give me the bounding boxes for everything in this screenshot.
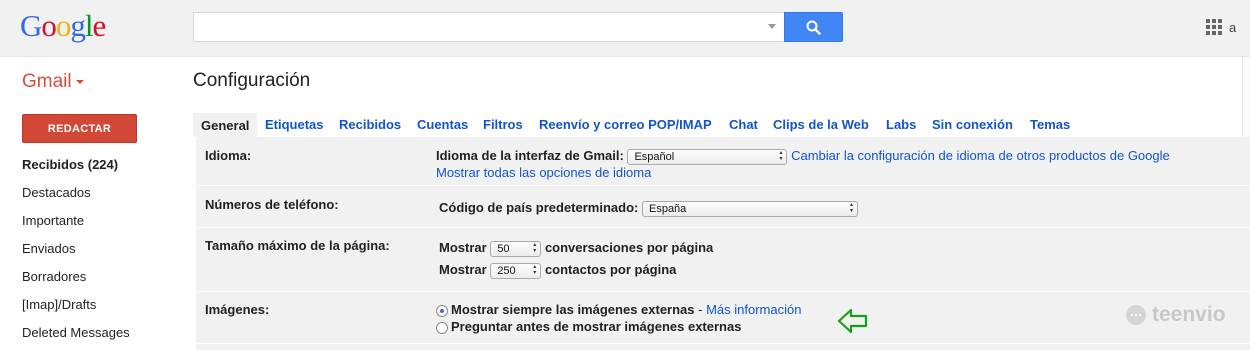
setting-row-page-size: Tamaño máximo de la página: Mostrar 50 c… [196,228,1250,292]
sidebar-item-imap-drafts[interactable]: [Imap]/Drafts [22,291,182,319]
watermark: teenvio [1126,303,1226,327]
search-input[interactable] [194,13,754,41]
setting-row-language: Idioma: Idioma de la interfaz de Gmail: … [196,137,1250,186]
sidebar-item-important[interactable]: Importante [22,207,182,235]
tab-filters[interactable]: Filtros [483,113,523,137]
logo-letter: o [41,8,56,43]
watermark-text: teenvio [1152,303,1226,326]
setting-label: Tamaño máximo de la página: [205,238,390,253]
tab-themes[interactable]: Temas [1030,113,1070,137]
change-language-link[interactable]: Cambiar la configuración de idioma de ot… [791,148,1170,163]
gmail-label: Gmail [22,71,72,92]
tab-forwarding-pop-imap[interactable]: Reenvío y correo POP/IMAP [539,113,712,137]
interface-language-label: Idioma de la interfaz de Gmail: [436,148,624,163]
contacts-per-page-select[interactable]: 250 [490,262,542,279]
separator: - [694,302,707,317]
sidebar-item-starred[interactable]: Destacados [22,179,182,207]
setting-label: Imágenes: [205,302,270,317]
interface-language-select[interactable]: Español [627,148,788,165]
setting-value: Mostrar 50 conversaciones por página [439,240,713,257]
show-label: Mostrar [439,240,487,255]
page-title: Configuración [193,70,311,91]
setting-label: Idioma: [205,148,252,163]
always-show-images-radio[interactable] [436,304,448,317]
ask-before-showing-images-radio[interactable] [436,321,448,334]
left-arrow-icon [837,308,869,334]
search-box[interactable] [193,12,784,42]
default-country-code-select[interactable]: España [641,200,858,217]
tab-accounts[interactable]: Cuentas [417,113,468,137]
more-info-link[interactable]: Más información [706,302,801,317]
logo-letter: l [84,8,94,43]
show-label: Mostrar [439,262,487,277]
default-country-code-label: Código de país predeterminado: [439,200,639,215]
sidebar-item-drafts[interactable]: Borradores [22,263,182,291]
logo-letter: e [92,8,107,43]
tab-chat[interactable]: Chat [729,113,758,137]
account-name[interactable]: a [1229,20,1236,35]
chevron-down-icon [75,79,84,84]
tab-general[interactable]: General [193,113,258,137]
watermark-logo-icon [1126,305,1146,325]
top-bar: Google a [0,0,1250,57]
settings-tabs: General Etiquetas Recibidos Cuentas Filt… [193,113,1250,137]
setting-value: Idioma de la interfaz de Gmail: Español … [436,148,1170,165]
setting-row-phone: Números de teléfono: Código de país pred… [196,186,1250,228]
setting-value: Mostrar siempre las imágenes externas - … [436,302,801,317]
setting-value: Código de país predeterminado: España [439,200,858,217]
google-logo[interactable]: Google [20,8,107,44]
tab-web-clips[interactable]: Clips de la Web [773,113,869,137]
settings-panel: Idioma: Idioma de la interfaz de Gmail: … [196,137,1250,350]
tab-labs[interactable]: Labs [886,113,916,137]
logo-letter: G [20,8,42,43]
compose-button[interactable]: REDACTAR [22,114,137,143]
logo-letter: o [55,8,71,43]
logo-letter: g [70,8,85,43]
setting-row-images: Imágenes: Mostrar siempre las imágenes e… [196,292,1250,344]
setting-label: Números de teléfono: [205,197,339,212]
tab-offline[interactable]: Sin conexión [932,113,1013,137]
conversations-per-page-label: conversaciones por página [544,240,714,255]
search-button[interactable] [784,12,843,42]
tab-inbox[interactable]: Recibidos [339,113,401,137]
sidebar-nav: Recibidos (224) Destacados Importante En… [22,151,182,347]
ask-before-showing-images-label[interactable]: Preguntar antes de mostrar imágenes exte… [451,319,741,334]
search-icon [806,20,821,35]
tab-labels[interactable]: Etiquetas [265,113,324,137]
sidebar-item-deleted-messages[interactable]: Deleted Messages [22,319,182,347]
always-show-images-label[interactable]: Mostrar siempre las imágenes externas [451,302,695,317]
apps-grid-icon[interactable] [1206,19,1222,35]
sidebar-item-inbox[interactable]: Recibidos (224) [22,151,182,179]
setting-value: Preguntar antes de mostrar imágenes exte… [436,319,741,334]
contacts-per-page-label: contactos por página [544,262,677,277]
gmail-switcher[interactable]: Gmail [22,71,84,93]
show-all-languages-link[interactable]: Mostrar todas las opciones de idioma [436,165,651,180]
setting-value: Mostrar 250 contactos por página [439,262,676,279]
search-options-caret-icon[interactable] [768,24,776,29]
sidebar-item-sent[interactable]: Enviados [22,235,182,263]
conversations-per-page-select[interactable]: 50 [490,240,542,257]
